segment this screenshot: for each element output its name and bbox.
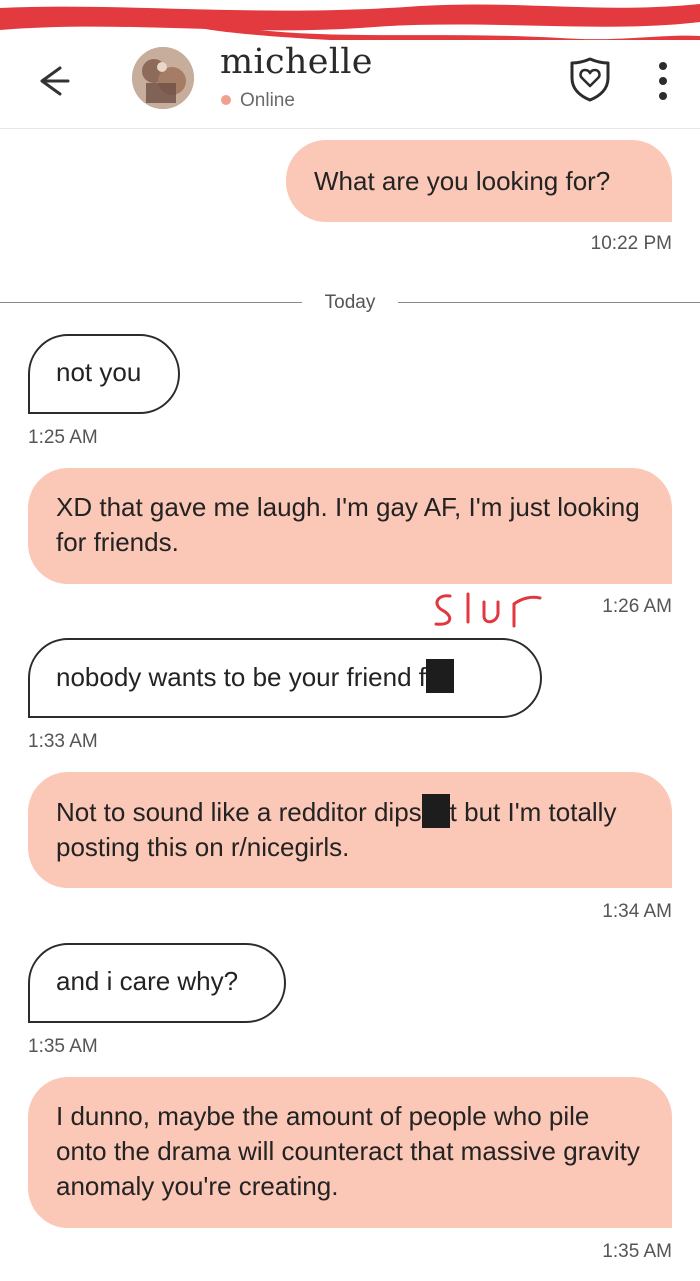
message-timestamp: 1:25 AM xyxy=(28,427,98,448)
date-divider: Today xyxy=(0,292,700,314)
message-text: not you xyxy=(56,357,142,387)
message-timestamp: 1:34 AM xyxy=(602,901,672,922)
message-timestamp: 1:33 AM xyxy=(28,731,98,752)
divider-line xyxy=(398,302,700,303)
divider-line xyxy=(0,302,302,303)
message-timestamp: 1:26 AM xyxy=(602,596,672,617)
contact-name[interactable]: michelle xyxy=(220,42,373,82)
message-timestamp: 1:35 AM xyxy=(28,1036,98,1057)
message-text-part: Not to sound like a redditor dips xyxy=(56,797,422,827)
online-dot-icon xyxy=(221,95,231,105)
back-arrow-icon[interactable] xyxy=(30,58,76,104)
message-outgoing[interactable]: What are you looking for? xyxy=(286,140,672,222)
message-text: and i care why? xyxy=(56,966,239,996)
date-divider-label: Today xyxy=(324,292,376,313)
redaction-block xyxy=(426,659,455,693)
shield-heart-icon[interactable] xyxy=(566,54,614,104)
message-outgoing[interactable]: XD that gave me laugh. I'm gay AF, I'm j… xyxy=(28,468,672,584)
message-timestamp: 1:35 AM xyxy=(602,1241,672,1262)
message-text: XD that gave me laugh. I'm gay AF, I'm j… xyxy=(56,492,640,557)
message-outgoing[interactable]: Not to sound like a redditor dips t but I… xyxy=(28,772,672,888)
status-label: Online xyxy=(240,90,295,111)
online-status: Online xyxy=(221,90,295,112)
message-incoming[interactable]: nobody wants to be your friend f xyxy=(28,638,542,718)
avatar[interactable] xyxy=(132,47,194,109)
more-vertical-icon[interactable] xyxy=(648,58,678,104)
message-incoming[interactable]: and i care why? xyxy=(28,943,286,1023)
message-incoming[interactable]: not you xyxy=(28,334,180,414)
message-text: What are you looking for? xyxy=(314,166,611,196)
redaction-block xyxy=(421,794,450,828)
message-text: nobody wants to be your friend f xyxy=(56,662,427,692)
message-outgoing[interactable]: I dunno, maybe the amount of people who … xyxy=(28,1077,672,1228)
message-text: I dunno, maybe the amount of people who … xyxy=(56,1101,640,1201)
message-timestamp: 10:22 PM xyxy=(590,233,672,254)
chat-header: michelle Online xyxy=(0,40,700,129)
